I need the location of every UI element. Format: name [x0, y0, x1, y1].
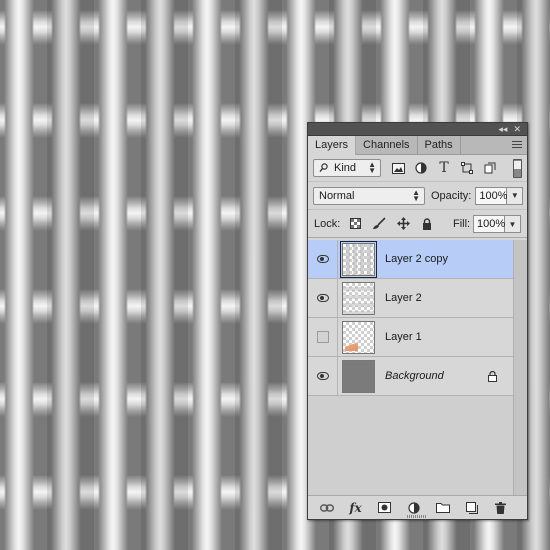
eye-icon	[316, 372, 329, 380]
filter-toggle-switch[interactable]	[513, 159, 522, 178]
layer-row-layer-1[interactable]: Layer 1	[308, 317, 513, 357]
fx-icon[interactable]: fx	[349, 501, 363, 515]
fill-input[interactable]: 100%	[473, 215, 505, 233]
new-layer-icon[interactable]	[465, 501, 479, 515]
chevron-updown-icon: ▲ ▼	[412, 187, 420, 203]
layer-name[interactable]: Layer 2	[385, 292, 422, 304]
link-layers-icon[interactable]	[319, 501, 334, 515]
lock-icon	[488, 370, 497, 385]
layer-thumbnail	[342, 359, 375, 393]
eye-icon	[316, 294, 329, 302]
filter-kind-select[interactable]: Kind ▲ ▼	[313, 159, 381, 177]
chevron-updown-icon: ▲ ▼	[368, 160, 376, 175]
lock-transparent-pixels-icon[interactable]	[348, 217, 362, 231]
layers-panel: ◂◂ ✕ Layers Channels Paths Kind ▲ ▼ T No…	[307, 122, 528, 520]
bottom-toolbar: fx	[308, 495, 527, 519]
layer-thumbnail	[340, 240, 377, 278]
fill-slider-button[interactable]: ▼	[505, 215, 521, 233]
search-icon	[319, 163, 328, 173]
add-mask-icon[interactable]	[378, 501, 392, 515]
new-group-folder-icon[interactable]	[435, 501, 450, 515]
type-filter-icon[interactable]: T	[437, 160, 451, 176]
lock-row: Lock: Fill: 100% ▼	[308, 210, 527, 238]
opacity-slider-button[interactable]: ▼	[507, 186, 524, 205]
filter-kind-label: Kind	[334, 162, 357, 174]
layer-thumbnail	[342, 281, 375, 315]
smart-object-filter-icon[interactable]	[483, 161, 497, 175]
panel-menu-icon[interactable]	[512, 141, 522, 149]
blend-mode-value: Normal	[319, 189, 355, 202]
layer-row-layer-2-copy[interactable]: Layer 2 copy	[308, 239, 513, 279]
adjustment-filter-icon[interactable]	[414, 161, 428, 175]
visibility-toggle[interactable]	[308, 317, 338, 357]
tab-layers[interactable]: Layers	[308, 136, 357, 155]
shape-filter-icon[interactable]	[460, 161, 474, 175]
lock-label: Lock:	[314, 217, 341, 230]
layers-list: Layer 2 copy Layer 2 Layer 1 Background	[308, 239, 513, 496]
eye-icon	[316, 255, 329, 263]
visibility-toggle[interactable]	[308, 239, 338, 279]
layers-scrollbar[interactable]	[513, 240, 527, 496]
blend-mode-select[interactable]: Normal ▲ ▼	[313, 186, 425, 205]
filter-row: Kind ▲ ▼ T	[308, 155, 527, 182]
resize-grip[interactable]	[407, 515, 427, 518]
layer-row-background[interactable]: Background	[308, 356, 513, 396]
panel-tabs: Layers Channels Paths	[308, 136, 527, 155]
trash-icon[interactable]	[494, 501, 508, 515]
fill-label: Fill:	[453, 217, 471, 230]
new-adjustment-layer-icon[interactable]	[407, 501, 421, 515]
layer-name[interactable]: Layer 1	[385, 331, 422, 343]
layer-thumbnail	[342, 320, 375, 354]
visibility-toggle[interactable]	[308, 278, 338, 318]
lock-image-pixels-icon[interactable]	[372, 217, 386, 231]
hidden-visibility-box	[316, 331, 329, 343]
collapse-icon[interactable]: ◂◂	[498, 124, 507, 134]
tab-channels[interactable]: Channels	[356, 136, 418, 154]
opacity-input[interactable]: 100%	[475, 186, 508, 205]
image-filter-icon[interactable]	[391, 161, 405, 175]
layer-name[interactable]: Background	[385, 370, 444, 382]
lock-all-icon[interactable]	[420, 217, 434, 231]
layer-name[interactable]: Layer 2 copy	[385, 253, 448, 265]
panel-titlebar[interactable]: ◂◂ ✕	[308, 123, 527, 136]
layer-row-layer-2[interactable]: Layer 2	[308, 278, 513, 318]
tab-paths[interactable]: Paths	[418, 136, 461, 154]
close-icon[interactable]: ✕	[513, 124, 521, 134]
blend-row: Normal ▲ ▼ Opacity: 100% ▼	[308, 182, 527, 210]
visibility-toggle[interactable]	[308, 356, 338, 396]
lock-position-icon[interactable]	[396, 217, 410, 231]
opacity-label: Opacity:	[431, 189, 472, 202]
